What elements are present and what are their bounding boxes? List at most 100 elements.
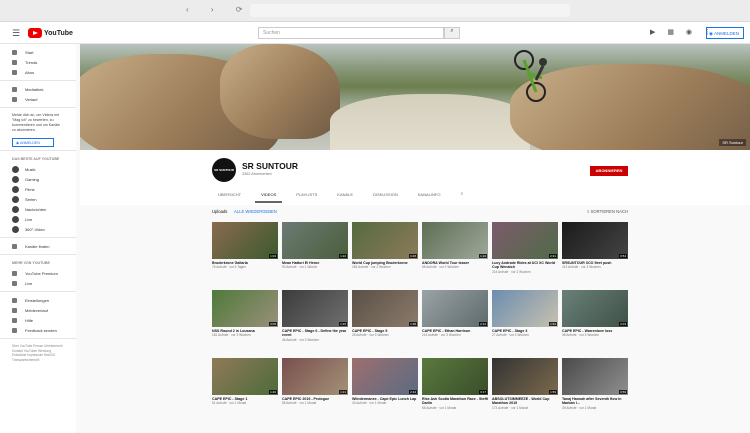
sidebar-item-history[interactable]: Verlauf	[0, 94, 76, 104]
sidebar-item-series[interactable]: Serien	[0, 194, 76, 204]
video-card[interactable]: 1:21 CAPE EPIC 2019 - Prologue 58 Aufrufe …	[282, 358, 348, 405]
uploads-label[interactable]: Uploads	[212, 209, 227, 214]
sidebar-item-help[interactable]: Hilfe	[0, 315, 76, 325]
sidebar-item-label: YouTube Premium	[25, 270, 58, 276]
video-card[interactable]: 1:45 CAPE EPIC - Stage 6 - Define the yea…	[282, 290, 348, 342]
video-card[interactable]: 3:17 Rise Ash Scotia Marathon Race - Stef…	[422, 358, 488, 410]
tab-about[interactable]: Kanalinfo	[412, 189, 447, 203]
sidebar-item-library[interactable]: Mediathek	[0, 84, 76, 94]
video-card[interactable]: 1:40 CAPE EPIC - Stage 1 51 Aufrufe · vor …	[212, 358, 278, 405]
channel-tabs: Übersicht Videos Playlists Kanäle Diskus…	[212, 189, 469, 203]
video-meta: 66 Aufrufe · vor 1 Monat	[422, 405, 457, 410]
video-meta: 28 Aufrufe · vor 3 Wochen	[352, 333, 389, 338]
video-thumbnail[interactable]: 1:45	[282, 290, 348, 327]
sort-button[interactable]: ≡ SORTIEREN NACH	[587, 209, 628, 214]
banner-links[interactable]: SR Suntour	[719, 139, 746, 146]
sidebar-item-settings[interactable]: Einstellungen	[0, 295, 76, 305]
video-card[interactable]: 1:22 Mean Hattori El Heroe 90 Aufrufe · vo…	[282, 222, 348, 269]
video-thumbnail[interactable]: 1:21	[282, 358, 348, 395]
video-thumbnail[interactable]: 3:05	[212, 290, 278, 327]
video-card[interactable]: 0:54 SRSUNTOUR XCO fleet push 413 Aufrufe …	[562, 222, 628, 269]
channel-banner: SR Suntour	[80, 44, 750, 150]
video-thumbnail[interactable]: 1:38	[352, 290, 418, 327]
tab-channels[interactable]: Kanäle	[331, 189, 359, 203]
video-card[interactable]: 0:48 World Cup jumping Bruderkrone 283 Auf…	[352, 222, 418, 269]
channel-avatar[interactable]: SR SUNTOUR	[212, 158, 236, 182]
sidebar-footer-links[interactable]: Über YouTube Presse Urheberrecht Kontakt…	[0, 342, 76, 364]
sidebar-item-gaming[interactable]: Gaming	[0, 174, 76, 184]
video-thumbnail[interactable]: 1:10	[422, 222, 488, 259]
sidebar-item-premium[interactable]: YouTube Premium	[0, 268, 76, 278]
video-duration: 0:54	[619, 254, 627, 258]
sidebar-item-live-more[interactable]: Live	[0, 278, 76, 288]
sidebar-item-label: Musik	[25, 166, 36, 172]
address-bar[interactable]	[250, 4, 570, 17]
tab-discussion[interactable]: Diskussion	[367, 189, 404, 203]
video-thumbnail[interactable]: 1:22	[282, 222, 348, 259]
sidebar-item-home[interactable]: Start	[0, 47, 76, 57]
youtube-play-icon	[28, 28, 42, 38]
video-card[interactable]: 1:38 CAPE EPIC - Stage 5 28 Aufrufe · vor …	[352, 290, 418, 337]
video-card[interactable]: 2:31 Lucy Andrade Rides at UCI XC World C…	[492, 222, 558, 274]
video-card[interactable]: 2:44 Wlindermanee - Cape Epic Lunch Lap 43…	[352, 358, 418, 405]
play-all-button[interactable]: ALLE WIEDERGEBEN	[234, 209, 277, 214]
subscribe-button[interactable]: ABONNIEREN	[590, 166, 628, 176]
video-card[interactable]: 3:05 NSS Round 2 in Lousana 181 Aufrufe · …	[212, 290, 278, 337]
video-thumbnail[interactable]: 2:03	[562, 290, 628, 327]
video-duration: 1:22	[339, 254, 347, 258]
video-title[interactable]: Lucy Andrade Rides at UCI XC World Cup W…	[492, 261, 558, 270]
sidebar-item-label: Live	[25, 216, 33, 222]
video-thumbnail[interactable]: 2:12	[422, 290, 488, 327]
video-thumbnail[interactable]: 2:44	[352, 358, 418, 395]
video-thumbnail[interactable]: 1:52	[492, 290, 558, 327]
sidebar-item-trending[interactable]: Trends	[0, 57, 76, 67]
video-meta: 39 Aufrufe · vor 1 Monat	[562, 405, 597, 410]
youtube-logo[interactable]: YouTube	[28, 28, 73, 38]
video-thumbnail[interactable]: 2:31	[492, 222, 558, 259]
sidebar-item-360[interactable]: 360°-Video	[0, 224, 76, 234]
video-thumbnail[interactable]: 3:17	[422, 358, 488, 395]
video-title[interactable]: Tanaj Hannah after Seventh flow in Marba…	[562, 397, 628, 406]
browse-channels-link[interactable]: Kanäle finden	[0, 241, 76, 251]
divider	[0, 291, 76, 292]
sidebar-item-movies[interactable]: Filme	[0, 184, 76, 194]
video-card[interactable]: 1:04 Bruderkrone Gallaria 76 Aufrufe · vor…	[212, 222, 278, 269]
sidebar-item-subscriptions[interactable]: Abos	[0, 67, 76, 77]
video-card[interactable]: 0:59 Tanaj Hannah after Seventh flow in M…	[562, 358, 628, 410]
hamburger-menu-icon[interactable]: ☰	[12, 28, 20, 39]
video-duration: 2:12	[479, 322, 487, 326]
video-title[interactable]: CAPE EPIC - Stage 6 - Define the year ev…	[282, 329, 348, 338]
divider	[0, 338, 76, 339]
sidebar-item-news[interactable]: Nachrichten	[0, 204, 76, 214]
browser-nav-icons[interactable]: ‹ › ⟳	[186, 5, 252, 14]
sidebar-item-live[interactable]: Live	[0, 214, 76, 224]
video-thumbnail[interactable]: 1:59	[492, 358, 558, 395]
video-thumbnail[interactable]: 0:54	[562, 222, 628, 259]
tab-videos[interactable]: Videos	[255, 189, 283, 203]
sidebar-sign-in-button[interactable]: ◉ ANMELDEN	[12, 138, 54, 147]
video-meta: 283 Aufrufe · vor 2 Wochen	[352, 265, 391, 270]
video-card[interactable]: 2:12 CAPE EPIC - Ethan Harrison 114 Aufruf…	[422, 290, 488, 337]
tab-playlists[interactable]: Playlists	[290, 189, 323, 203]
video-thumbnail[interactable]: 1:04	[212, 222, 278, 259]
video-thumbnail[interactable]: 1:40	[212, 358, 278, 395]
tab-overview[interactable]: Übersicht	[212, 189, 247, 203]
sidebar-item-report-history[interactable]: Meldeverlauf	[0, 305, 76, 315]
video-meta: 173 Aufrufe · vor 1 Monat	[492, 405, 528, 410]
video-thumbnail[interactable]: 0:59	[562, 358, 628, 395]
sidebar-item-music[interactable]: Musik	[0, 164, 76, 174]
video-meta: 58 Aufrufe · vor 1 Monat	[282, 401, 317, 406]
sign-in-button[interactable]: ◉ ANMELDEN	[706, 27, 744, 39]
video-title[interactable]: Rise Ash Scotia Marathon Race - Steffi D…	[422, 397, 488, 406]
video-thumbnail[interactable]: 0:48	[352, 222, 418, 259]
search-input[interactable]: Suchen	[258, 27, 444, 39]
video-card[interactable]: 2:03 CAPE EPIC - Warrenlove loss 38 Aufruf…	[562, 290, 628, 337]
video-card[interactable]: 1:52 CAPE EPIC - Stage 3 27 Aufrufe · vor …	[492, 290, 558, 337]
video-card[interactable]: 1:10 ANDORA World Tour teaser 58 Aufrufe ·…	[422, 222, 488, 269]
video-card[interactable]: 1:59 ABSOLUTSIMMEEZE - World Cup Marathon…	[492, 358, 558, 410]
video-title[interactable]: ABSOLUTSIMMEEZE - World Cup Marathon 201…	[492, 397, 558, 406]
sidebar-item-feedback[interactable]: Feedback senden	[0, 325, 76, 335]
search-icon[interactable]: ⌕	[444, 27, 460, 39]
channel-search-icon[interactable]: ⌕	[454, 189, 469, 203]
sidebar-item-label: Einstellungen	[25, 297, 50, 303]
